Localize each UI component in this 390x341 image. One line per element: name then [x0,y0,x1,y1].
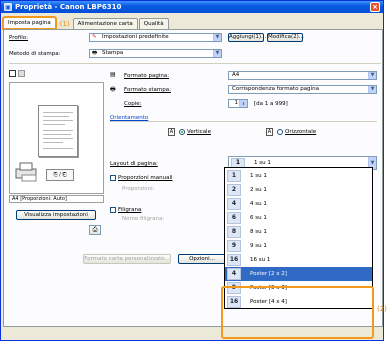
profile-icon: ✎ [92,34,97,40]
dropdown-item-label: 1 su 1 [250,173,267,179]
close-button[interactable]: × [370,2,380,12]
dropdown-item[interactable]: 4 Poster [2 x 2] [225,267,372,281]
chevron-down-icon: ▼ [213,34,221,41]
profile-label: Profilo: [9,35,28,41]
page-size-select[interactable]: A4 ▼ [228,71,377,80]
landscape-label: Orizzontale [285,129,317,135]
dropdown-item-label: 16 su 1 [250,257,271,263]
page-layout-value: 1 su 1 [254,160,271,166]
edit-profile-button[interactable]: Modifica(2)... [267,33,304,42]
tab-paper-source[interactable]: Alimentazione carta [72,18,138,29]
portrait-radio[interactable] [179,129,185,135]
output-size-label: Formato stampa: [124,87,171,93]
printer-preview-icon [14,161,42,183]
title-bar: ▣ Proprietà - Canon LBP6310 × [1,1,383,13]
chevron-down-icon: ▼ [213,50,221,57]
orientation-divider [110,121,377,122]
dropdown-item-label: 6 su 1 [250,215,267,221]
landscape-icon: A [266,128,273,136]
dropdown-item-label: 8 su 1 [250,229,267,235]
output-method-select[interactable]: 🖶 Stampa ▼ [89,49,222,58]
layout-thumb-icon: 4 [227,198,241,210]
layout-thumb-icon: 6 [227,212,241,224]
divider [9,63,381,64]
landscape-radio[interactable] [277,129,283,135]
dropdown-item[interactable]: 2 2 su 1 [225,183,372,197]
callout-1: (1) [59,20,70,28]
page-size-value: A4 [232,72,240,78]
callout-2: (2) [377,305,387,313]
custom-paper-size-button[interactable]: Formato carta personalizzato... [83,254,171,264]
output-method-label: Metodo di stampa: [9,51,61,57]
options-button[interactable]: Opzioni... [178,254,226,264]
layout-thumb-icon: 2 [227,184,241,196]
preview-page [38,105,78,157]
layout-thumb-icon: 4 [227,268,241,280]
dropdown-item-label: Poster [2 x 2] [250,271,287,277]
scaling-sub-label: Proporzioni: [122,186,155,192]
dropdown-item-label: 4 su 1 [250,201,267,207]
copies-stepper[interactable]: 1 ⬍ [228,99,248,108]
copies-label: Copie: [124,101,142,107]
window-title: Proprietà - Canon LBP6310 [15,3,122,11]
output-size-select[interactable]: Corrispondenza formato pagina ▼ [228,85,377,94]
copies-range: [da 1 a 999] [254,101,288,107]
preview-toolbar [9,70,104,80]
dropdown-item-label: 2 su 1 [250,187,267,193]
dropdown-item-label: 9 su 1 [250,243,267,249]
tab-quality[interactable]: Qualità [138,18,169,29]
page-view-icon[interactable] [9,70,16,77]
dropdown-item[interactable]: 6 6 su 1 [225,211,372,225]
print-icon: 🖶 [92,50,98,56]
printer-view-icon[interactable] [18,70,25,77]
tab-page-setup[interactable]: Imposta pagina [2,16,57,30]
watermark-sub-label: Nome filigrana: [122,216,165,222]
add-profile-button[interactable]: Aggiungi(1)... [228,33,266,42]
preview-caption: A4 [Proporzioni: Auto] [9,195,104,203]
poster-highlight [221,286,374,339]
output-method-value: Stampa [102,50,124,56]
profile-value: Impostazioni predefinite [102,34,169,40]
manual-scaling-label: Proporzioni manuali [118,175,173,181]
spin-icon[interactable]: ⬍ [239,100,247,107]
layout-thumb-icon: 9 [227,240,241,252]
watermark-label: Filigrana [118,207,142,213]
dropdown-item[interactable]: 8 8 su 1 [225,225,372,239]
copies-value: 1 [234,100,239,106]
manual-scaling-checkbox[interactable] [110,175,116,181]
chevron-down-icon: ▼ [368,72,376,79]
portrait-label: Verticale [187,129,211,135]
output-size-value: Corrispondenza formato pagina [232,86,319,92]
layout-thumb-icon: 1 [227,170,241,182]
restore-defaults-icon[interactable]: ⎙ [89,225,101,235]
page-size-label: Formato pagina: [124,73,170,79]
page-size-icon: ▤ [110,71,116,78]
profile-select[interactable]: ✎ Impostazioni predefinite ▼ [89,33,222,42]
chevron-down-icon: ▼ [368,86,376,93]
output-size-icon: 🖶 [110,86,116,93]
page-preview: ⎘ / ⎗ [9,82,104,194]
dropdown-item[interactable]: 4 4 su 1 [225,197,372,211]
watermark-checkbox[interactable] [110,207,116,213]
dropdown-item[interactable]: 9 9 su 1 [225,239,372,253]
layout-thumb-icon: 8 [227,226,241,238]
view-settings-button[interactable]: Visualizza impostazioni [16,210,96,220]
portrait-icon: A [168,128,175,136]
page-layout-label: Layout di pagina: [110,161,158,167]
printer-icon: ▣ [4,3,12,11]
dropdown-item[interactable]: 16 16 su 1 [225,253,372,267]
dropdown-item[interactable]: 1 1 su 1 [225,169,372,183]
tab-strip: Imposta pagina (1) Alimentazione carta Q… [2,16,170,30]
layout-thumb-icon: 16 [227,254,241,266]
duplex-icon: ⎘ / ⎗ [46,169,74,181]
